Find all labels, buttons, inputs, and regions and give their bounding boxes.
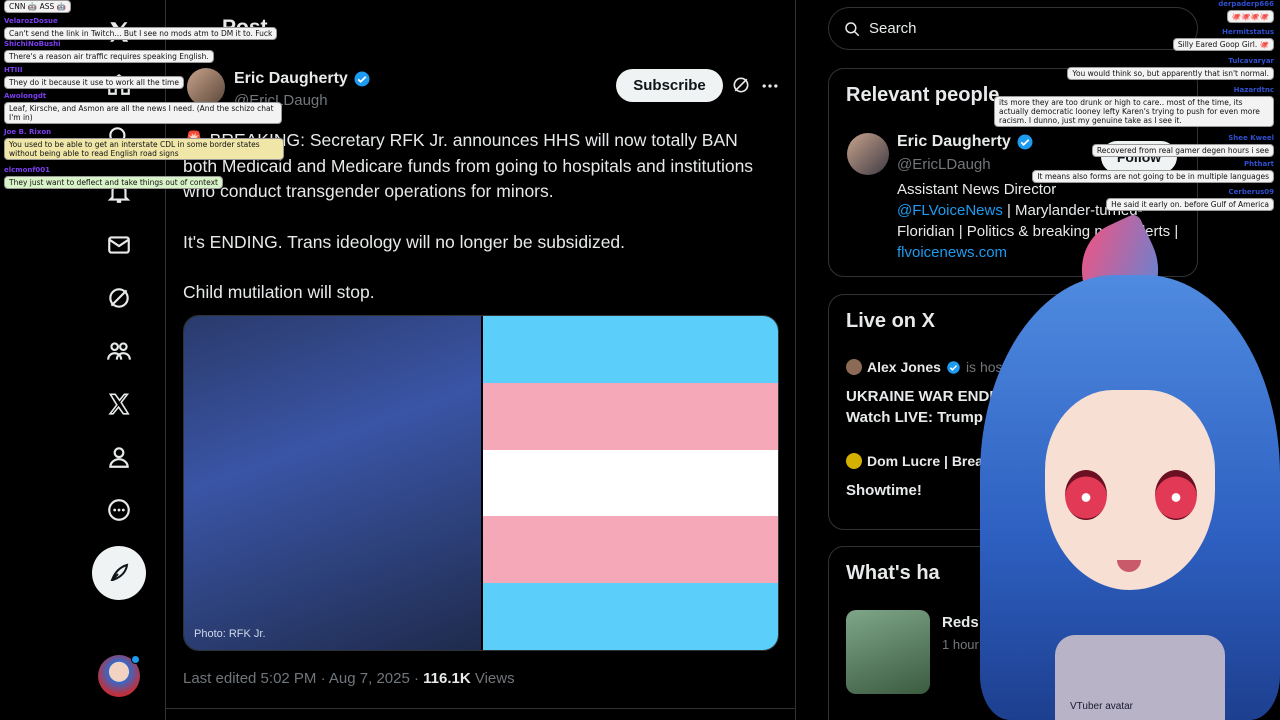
chat-text: Silly Eared Goop Girl. 🐙 xyxy=(1172,38,1274,51)
author-name-row[interactable]: Eric Daugherty xyxy=(234,70,371,88)
chat-message: Shee Kweel Recovered from real gamer deg… xyxy=(1091,134,1274,157)
post-media[interactable]: Photo: RFK Jr. xyxy=(183,315,779,651)
live-on-x-title: Live on X xyxy=(846,310,935,332)
more-options-icon[interactable] xyxy=(760,76,780,96)
chat-message: Phthart It means also forms are not goin… xyxy=(1032,160,1274,183)
chat-message: ShichiNoBushi There's a reason air traff… xyxy=(4,40,214,63)
media-photo[interactable]: Photo: RFK Jr. xyxy=(184,316,481,650)
chat-message: Hazardtnc its more they are too drunk or… xyxy=(994,86,1274,127)
avatar-eye xyxy=(1155,470,1197,520)
chat-message: VelarozDosue Can't send the link in Twit… xyxy=(4,17,278,40)
relevant-person-handle[interactable]: @EricLDaugh xyxy=(897,156,991,173)
chat-username: Phthart xyxy=(1244,160,1274,168)
chat-message: derpaderp666 🐙🐙🐙🐙 xyxy=(1218,0,1274,23)
verified-badge-icon xyxy=(1017,134,1033,150)
search-box[interactable] xyxy=(828,7,1198,50)
vtuber-label: VTuber avatar xyxy=(1070,701,1133,712)
views-count: 116.1K xyxy=(423,670,471,687)
chat-text: its more they are too drunk or high to c… xyxy=(994,96,1274,127)
account-avatar[interactable] xyxy=(98,655,140,697)
whats-happening-title: What's ha xyxy=(846,562,940,584)
avatar xyxy=(846,453,862,469)
relevant-people-title: Relevant people xyxy=(846,84,1000,106)
live-host-name: Alex Jones xyxy=(867,359,941,375)
divider xyxy=(166,708,796,709)
avatar xyxy=(846,359,862,375)
bio-line: Assistant News Director xyxy=(897,181,1057,198)
chat-username: Hazardtnc xyxy=(1233,86,1274,94)
chat-username: elcmonf001 xyxy=(4,166,51,174)
chat-text: They just want to deflect and take thing… xyxy=(4,176,223,189)
chat-username: Tulcavaryar xyxy=(1228,57,1274,65)
chat-message: CNN 🤖 ASS 🤖 xyxy=(4,0,71,13)
verified-badge-icon xyxy=(354,71,370,87)
post-meta: Last edited 5:02 PM · Aug 7, 2025 · 116.… xyxy=(183,670,515,687)
avatar-eye xyxy=(1065,470,1107,520)
chat-username: HTIII xyxy=(4,66,23,74)
author-name[interactable]: Eric Daugherty xyxy=(234,70,348,88)
communities-icon[interactable] xyxy=(95,327,143,375)
flag-stripe xyxy=(483,449,778,517)
chat-username: Joe B. Rixon xyxy=(4,128,52,136)
relevant-person-name-row[interactable]: Eric Daugherty xyxy=(897,133,1034,151)
chat-text: Can't send the link in Twitch... But I s… xyxy=(4,27,278,40)
more-icon[interactable] xyxy=(95,486,143,534)
views-label: Views xyxy=(470,670,515,687)
post-paragraph: Child mutilation will stop. xyxy=(183,282,375,302)
chat-message: Joe B. Rixon You used to be able to get … xyxy=(4,128,284,160)
chat-username: VelarozDosue xyxy=(4,17,58,25)
chat-username: Shee Kweel xyxy=(1228,134,1274,142)
flag-stripe xyxy=(483,516,778,584)
messages-icon[interactable] xyxy=(95,221,143,269)
flag-stripe xyxy=(483,583,778,650)
flag-stripe xyxy=(483,316,778,383)
profile-icon[interactable] xyxy=(95,433,143,481)
relevant-person-avatar[interactable] xyxy=(847,133,889,175)
relevant-person-name[interactable]: Eric Daugherty xyxy=(897,133,1011,151)
chat-message: elcmonf001 They just want to deflect and… xyxy=(4,166,223,189)
trend-thumbnail[interactable] xyxy=(846,610,930,694)
chat-message: Cerberus09 He said it early on. before G… xyxy=(1106,188,1274,211)
chat-text: CNN 🤖 ASS 🤖 xyxy=(4,0,71,13)
chat-username: derpaderp666 xyxy=(1218,0,1274,8)
search-icon xyxy=(845,21,860,36)
chat-text: Recovered from real gamer degen hours i … xyxy=(1091,144,1274,157)
chat-message: Awolongdt Leaf, Kirsche, and Asmon are a… xyxy=(4,92,282,124)
chat-text: It means also forms are not going to be … xyxy=(1032,170,1274,183)
chat-message: HTIII They do it because it use to work … xyxy=(4,66,184,89)
chat-message: Tulcavaryar You would think so, but appa… xyxy=(1067,57,1274,80)
chat-text: You used to be able to get an interstate… xyxy=(4,138,284,160)
compose-feather-icon xyxy=(110,563,129,581)
live-item-title[interactable]: Showtime! xyxy=(846,480,922,501)
search-input[interactable] xyxy=(869,20,1169,37)
grok-icon[interactable] xyxy=(95,274,143,322)
chat-username: Cerberus09 xyxy=(1228,188,1274,196)
chat-text: There's a reason air traffic requires sp… xyxy=(4,50,214,63)
chat-message: Hermitstatus Silly Eared Goop Girl. 🐙 xyxy=(1172,28,1274,51)
chat-text: 🐙🐙🐙🐙 xyxy=(1226,10,1274,23)
vtuber-avatar-overlay: VTuber avatar xyxy=(960,215,1280,720)
verified-badge-icon xyxy=(947,360,960,374)
media-flag-image[interactable] xyxy=(483,316,778,650)
media-photo-label: Photo: RFK Jr. xyxy=(194,628,266,640)
notification-dot xyxy=(131,655,140,664)
subscribe-button[interactable]: Subscribe xyxy=(616,69,723,102)
post-paragraph: It's ENDING. Trans ideology will no long… xyxy=(183,231,626,252)
compose-button[interactable] xyxy=(92,546,146,600)
chat-text: You would think so, but apparently that … xyxy=(1067,67,1274,80)
premium-x-icon[interactable] xyxy=(95,380,143,428)
chat-username: Awolongdt xyxy=(4,92,47,100)
chat-text: Leaf, Kirsche, and Asmon are all the new… xyxy=(4,102,282,124)
chat-username: ShichiNoBushi xyxy=(4,40,61,48)
flag-stripe xyxy=(483,382,778,450)
grok-icon[interactable] xyxy=(731,75,751,95)
chat-text: They do it because it use to work all th… xyxy=(4,76,184,89)
post-timestamp[interactable]: Last edited 5:02 PM · Aug 7, 2025 · xyxy=(183,670,423,687)
chat-username: Hermitstatus xyxy=(1222,28,1274,36)
chat-text: He said it early on. before Gulf of Amer… xyxy=(1106,198,1274,211)
